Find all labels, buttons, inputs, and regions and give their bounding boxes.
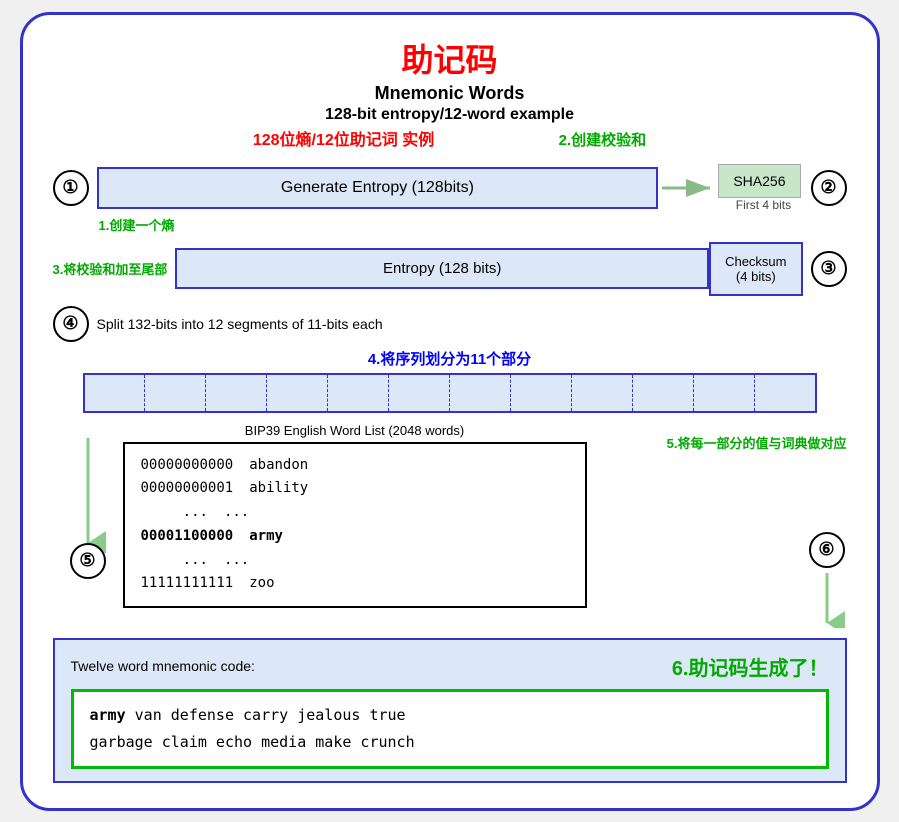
segments-label-zh: 4.将序列划分为11个部分 [53,348,847,369]
example-zh: 128位熵/12位助记词 实例 2.创建校验和 [53,126,847,150]
mnemonic-remaining: van defense carry jealous truegarbage cl… [90,706,415,751]
segment-2 [145,375,206,411]
wl-row-army: 00001100000 army [141,525,569,549]
main-container: 助记码 Mnemonic Words 128-bit entropy/12-wo… [20,12,880,811]
mnemonic-bold-word: army [90,706,126,724]
segment-1 [85,375,146,411]
segment-3 [206,375,267,411]
sha256-box: SHA256 [718,164,800,198]
label5: 5.将每一部分的值与词典做对应 [667,433,847,452]
circle-6: ⑥ [809,532,845,568]
label6: 6.助记码生成了！ [672,652,829,681]
wl-row-dots2: ... ... [141,549,569,573]
entropy128-box: Entropy (128 bits) [175,248,709,289]
segment-7 [450,375,511,411]
title-sub: 128-bit entropy/12-word example [53,106,847,124]
segment-9 [572,375,633,411]
wordlist-container: BIP39 English Word List (2048 words) 000… [123,423,587,609]
row6-mnemonic: Twelve word mnemonic code: 6.助记码生成了！ arm… [53,638,847,783]
arrow-right-icon [660,172,716,204]
segment-4 [267,375,328,411]
row45-wordlist: ⑤ BIP39 English Word List (2048 words) 0… [53,423,847,628]
segment-5 [328,375,389,411]
title-en: Mnemonic Words [53,83,847,104]
title-zh: 助记码 [53,35,847,81]
twelve-word-label: Twelve word mnemonic code: [71,658,255,674]
row3-split: ④ Split 132-bits into 12 segments of 11-… [53,306,847,342]
mnemonic-box: army van defense carry jealous truegarba… [71,689,829,769]
segments-section: 4.将序列划分为11个部分 [53,348,847,413]
circle-1: ① [53,170,89,206]
circle-2: ② [811,170,847,206]
first4bits-label: First 4 bits [736,198,791,212]
wordlist-box: 00000000000 abandon 00000000001 ability … [123,442,587,609]
row1-entropy: ① Generate Entropy (128bits) SHA256 Firs… [53,164,847,212]
circle-3: ③ [811,251,847,287]
checksum-box: Checksum(4 bits) [709,242,802,296]
row2-checksum: 3.将校验和加至尾部 Entropy (128 bits) Checksum(4… [53,242,847,296]
split-label: Split 132-bits into 12 segments of 11-bi… [97,316,383,332]
sha-group: SHA256 First 4 bits [718,164,800,212]
segment-10 [633,375,694,411]
entropy-generate-box: Generate Entropy (128bits) [97,167,659,209]
circle-5: ⑤ [70,543,106,579]
segment-6 [389,375,450,411]
segment-12 [755,375,815,411]
row6-header: Twelve word mnemonic code: 6.助记码生成了！ [71,652,829,681]
segments-bar [83,373,817,413]
right-arrow-down-icon [807,568,847,628]
left-arrow-down-icon [68,433,108,553]
wordlist-title: BIP39 English Word List (2048 words) [123,423,587,438]
label1: 1.创建一个熵 [99,215,175,234]
segment-8 [511,375,572,411]
circle-4: ④ [53,306,89,342]
wl-row-1: 00000000000 abandon [141,454,569,478]
wl-row-zoo: 11111111111 zoo [141,572,569,596]
label3: 3.将校验和加至尾部 [53,259,168,278]
segment-11 [694,375,755,411]
wl-row-dots1: ... ... [141,501,569,525]
wl-row-2: 00000000001 ability [141,477,569,501]
